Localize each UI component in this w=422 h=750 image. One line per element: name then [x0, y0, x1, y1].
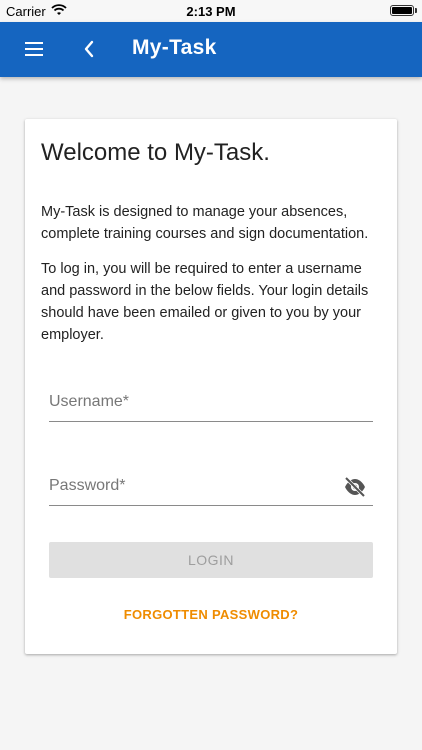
status-time: 2:13 PM	[186, 4, 236, 19]
welcome-heading: Welcome to My-Task.	[41, 139, 270, 166]
forgotten-password-link[interactable]: FORGOTTEN PASSWORD?	[25, 607, 397, 622]
password-field	[49, 469, 373, 506]
hamburger-menu-icon[interactable]	[22, 38, 48, 60]
app-title: My-Task	[132, 36, 217, 59]
app-bar: My-Task	[0, 22, 422, 77]
battery-icon	[390, 5, 414, 16]
login-card: Welcome to My-Task. My-Task is designed …	[25, 119, 397, 654]
login-button[interactable]: LOGIN	[49, 542, 373, 578]
battery-tip	[415, 8, 417, 13]
username-input[interactable]	[49, 389, 329, 415]
intro-text: My-Task is designed to manage your absen…	[41, 204, 369, 242]
back-chevron-icon[interactable]	[78, 36, 100, 62]
status-bar: Carrier 2:13 PM	[0, 0, 422, 22]
login-instructions: To log in, you will be required to enter…	[41, 261, 369, 343]
visibility-off-icon[interactable]	[343, 476, 367, 498]
username-field	[49, 385, 373, 422]
password-input[interactable]	[49, 473, 329, 499]
